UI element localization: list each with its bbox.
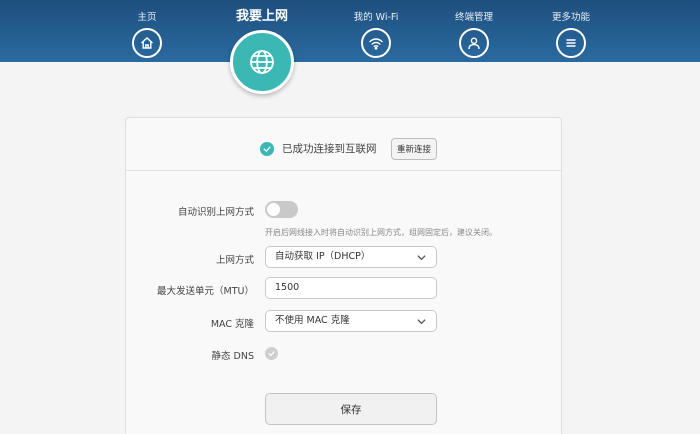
chevron-down-icon bbox=[417, 319, 426, 325]
nav-devices-label: 终端管理 bbox=[454, 12, 493, 23]
mode-select[interactable]: 自动获取 IP（DHCP） bbox=[265, 246, 437, 268]
globe-icon[interactable] bbox=[230, 30, 294, 94]
nav-home-label: 主页 bbox=[137, 12, 157, 23]
user-icon bbox=[459, 28, 489, 58]
mac-clone-value: 不使用 MAC 克隆 bbox=[275, 315, 350, 326]
toggle-knob bbox=[267, 203, 280, 216]
nav-more-label: 更多功能 bbox=[551, 12, 590, 23]
auto-detect-toggle[interactable] bbox=[265, 201, 298, 218]
nav-more[interactable]: 更多功能 bbox=[531, 0, 611, 58]
mac-clone-select[interactable]: 不使用 MAC 克隆 bbox=[265, 310, 437, 332]
mtu-input-value: 1500 bbox=[275, 282, 300, 293]
static-dns-checkbox[interactable] bbox=[265, 347, 278, 360]
mode-label: 上网方式 bbox=[215, 255, 254, 266]
connection-status-row: 已成功连接到互联网 重新连接 bbox=[126, 118, 561, 171]
mtu-label: 最大发送单元（MTU） bbox=[157, 286, 254, 297]
nav-wifi[interactable]: 我的 Wi-Fi bbox=[336, 0, 416, 58]
auto-detect-label: 自动识别上网方式 bbox=[177, 207, 254, 218]
mode-select-value: 自动获取 IP（DHCP） bbox=[275, 251, 371, 262]
top-nav-bar: 主页 我的 Wi-Fi 终端管理 更多功能 bbox=[0, 0, 700, 62]
auto-detect-hint: 开启后网线接入时将自动识别上网方式，组网固定后，建议关闭。 bbox=[265, 228, 497, 237]
wifi-icon bbox=[361, 28, 391, 58]
menu-icon bbox=[556, 28, 586, 58]
chevron-down-icon bbox=[417, 255, 426, 261]
nav-home[interactable]: 主页 bbox=[107, 0, 187, 58]
save-button[interactable]: 保存 bbox=[265, 393, 437, 425]
nav-wifi-label: 我的 Wi-Fi bbox=[353, 12, 399, 23]
static-dns-label: 静态 DNS bbox=[211, 351, 254, 362]
settings-card: 已成功连接到互联网 重新连接 bbox=[125, 117, 562, 434]
connection-status-text: 已成功连接到互联网 bbox=[282, 143, 377, 155]
reconnect-button[interactable]: 重新连接 bbox=[391, 138, 437, 160]
mtu-input[interactable]: 1500 bbox=[265, 277, 437, 299]
check-circle-icon bbox=[260, 142, 274, 156]
nav-devices[interactable]: 终端管理 bbox=[434, 0, 514, 58]
nav-internet-label[interactable]: 我要上网 bbox=[222, 5, 302, 24]
mac-clone-label: MAC 克隆 bbox=[210, 319, 254, 330]
home-icon bbox=[132, 28, 162, 58]
